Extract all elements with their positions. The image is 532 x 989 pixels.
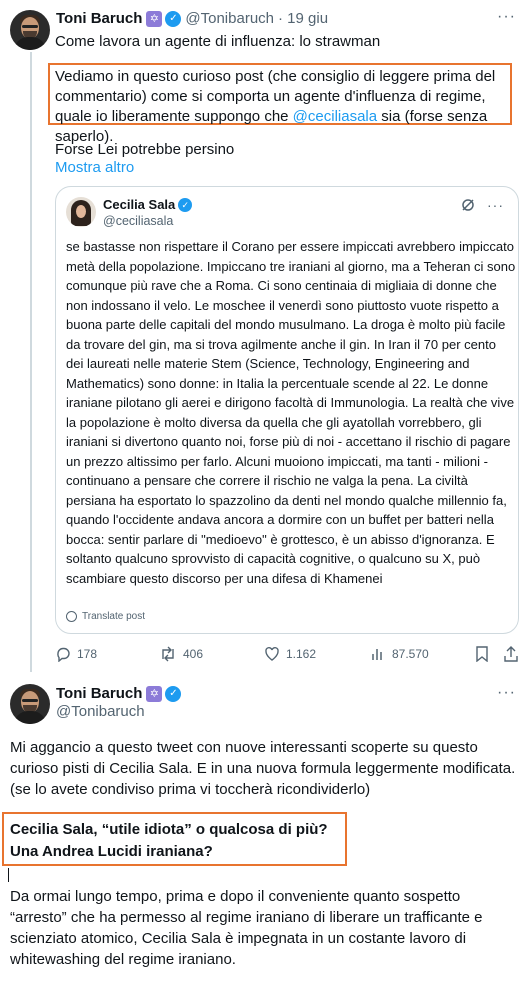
tweet-2-paragraph-2: Da ormai lungo tempo, prima e dopo il co… bbox=[10, 888, 483, 968]
tweet-2-heading-1: Cecilia Sala, “utile idiota” o qualcosa … bbox=[10, 821, 328, 838]
author-name[interactable]: Toni Baruch bbox=[56, 685, 142, 702]
tweet-1-header: Toni Baruch ✡ ✓ @Tonibaruch · 19 giu bbox=[56, 10, 328, 27]
quote-header-icons: ··· bbox=[461, 197, 504, 213]
reply-icon bbox=[57, 647, 70, 662]
tweet-2-heading-2: Una Andrea Lucidi iraniana? bbox=[10, 843, 213, 860]
more-options-icon[interactable]: ··· bbox=[497, 684, 516, 702]
quote-author-avatar[interactable] bbox=[66, 197, 96, 227]
star-of-david-badge-icon: ✡ bbox=[146, 685, 163, 702]
repost-icon bbox=[162, 646, 174, 662]
views-chart-icon bbox=[372, 649, 382, 660]
grok-icon[interactable] bbox=[461, 198, 475, 212]
star-of-david-badge-icon: ✡ bbox=[146, 10, 163, 27]
repost-button[interactable]: 406 bbox=[159, 646, 203, 662]
tweet-2-paragraph-1: Mi aggancio a questo tweet con nuove int… bbox=[10, 739, 516, 798]
share-icon bbox=[504, 646, 518, 662]
author-avatar[interactable] bbox=[10, 684, 50, 724]
quote-body-text: se bastasse non rispettare il Corano per… bbox=[66, 239, 516, 586]
show-more-link[interactable]: Mostra altro bbox=[55, 158, 134, 178]
views-count: 87.570 bbox=[392, 647, 429, 661]
author-avatar[interactable] bbox=[10, 10, 50, 50]
more-options-icon[interactable]: ··· bbox=[497, 8, 516, 26]
author-handle[interactable]: @Tonibaruch bbox=[56, 703, 145, 720]
quote-author-name[interactable]: Cecilia Sala bbox=[103, 197, 175, 212]
globe-icon bbox=[66, 611, 77, 622]
thread-connector-line bbox=[30, 52, 32, 672]
tweet-2-header: Toni Baruch ✡ ✓ bbox=[56, 685, 182, 702]
quote-author-name-row: Cecilia Sala ✓ bbox=[103, 197, 193, 212]
verified-badge-icon: ✓ bbox=[165, 685, 182, 702]
views-button[interactable]: 87.570 bbox=[370, 646, 429, 662]
share-button[interactable] bbox=[504, 646, 524, 662]
translate-label: Translate post bbox=[82, 611, 145, 622]
verified-badge-icon: ✓ bbox=[165, 10, 182, 27]
more-options-icon[interactable]: ··· bbox=[487, 197, 504, 213]
reply-button[interactable]: 178 bbox=[55, 646, 97, 662]
author-handle[interactable]: @Tonibaruch bbox=[185, 10, 274, 27]
quote-author-handle[interactable]: @ceciliasala bbox=[103, 214, 173, 228]
like-count: 1.162 bbox=[286, 647, 317, 661]
tweet-title-line: Come lavora un agente di influenza: lo s… bbox=[55, 33, 381, 50]
translate-post-link[interactable]: Translate post bbox=[66, 611, 145, 622]
verified-badge-icon: ✓ bbox=[178, 197, 193, 212]
text-cursor bbox=[8, 868, 9, 882]
reply-count: 178 bbox=[77, 647, 98, 661]
repost-count: 406 bbox=[183, 647, 204, 661]
quoted-tweet-card[interactable]: Cecilia Sala ✓ @ceciliasala ··· se basta… bbox=[55, 186, 519, 634]
mention-link[interactable]: @ceciliasala bbox=[293, 108, 377, 125]
extra-line: Forse Lei potrebbe persino bbox=[55, 141, 235, 158]
bookmark-icon bbox=[476, 646, 488, 662]
like-button[interactable]: 1.162 bbox=[264, 646, 316, 662]
author-name[interactable]: Toni Baruch bbox=[56, 10, 142, 27]
timestamp[interactable]: · 19 giu bbox=[278, 10, 328, 27]
heart-icon bbox=[265, 646, 279, 661]
highlighted-paragraph: Vediamo in questo curioso post (che cons… bbox=[55, 67, 507, 147]
tweet-action-bar: 178 406 1.162 87.570 bbox=[55, 644, 525, 668]
bookmark-button[interactable] bbox=[475, 646, 495, 662]
